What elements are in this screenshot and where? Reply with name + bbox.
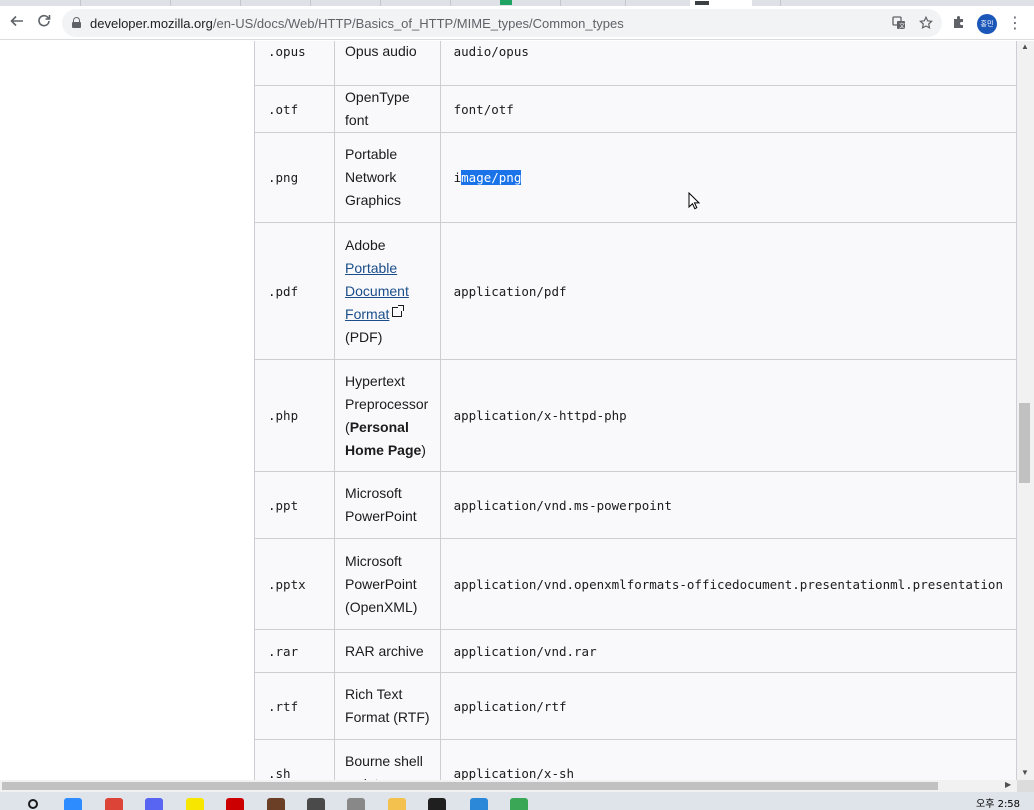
vertical-scrollbar[interactable]: ▲ ▼ [1017, 41, 1034, 780]
kind-text: Adobe [345, 236, 386, 253]
scroll-up-arrow-icon[interactable]: ▲ [1021, 42, 1029, 51]
mime-types-table: .opus Opus audio audio/opus .otf OpenTyp… [253, 41, 1017, 780]
kind-cell: RAR archive [334, 629, 441, 673]
table-row: .php Hypertext Preprocessor (Personal Ho… [253, 359, 1017, 472]
extension-cell: .rar [253, 629, 336, 673]
kind-cell: Adobe Portable Document Format (PDF) [334, 222, 441, 360]
mime-cell: application/rtf [439, 672, 1017, 740]
table-row: .sh Bourne shell script application/x-sh [253, 739, 1017, 780]
mime-unselected-text: i [453, 170, 462, 185]
table-row: .pptx Microsoft PowerPoint (OpenXML) app… [253, 538, 1017, 630]
mdn-tab-icon [695, 1, 709, 5]
app-icon[interactable] [347, 798, 365, 810]
browser-toolbar: developer.mozilla.org/en-US/docs/Web/HTT… [0, 6, 1034, 40]
profile-avatar[interactable]: 홍민 [977, 14, 997, 34]
discord-icon[interactable] [145, 798, 163, 810]
kind-cell: Bourne shell script [334, 739, 441, 780]
kakaotalk-icon[interactable] [186, 798, 204, 810]
table-row: .pdf Adobe Portable Document Format (PDF) … [253, 222, 1017, 360]
search-icon[interactable] [28, 799, 38, 809]
page-content: .opus Opus audio audio/opus .otf OpenTyp… [0, 41, 1017, 780]
mime-cell: application/pdf [439, 222, 1017, 360]
extension-cell: .pptx [253, 538, 336, 630]
translate-icon[interactable]: 文 [890, 14, 908, 32]
table-row: .ppt Microsoft PowerPoint application/vn… [253, 471, 1017, 539]
chrome-icon[interactable] [105, 798, 123, 810]
back-button[interactable] [6, 12, 28, 34]
kind-bold-text: Personal Home Page [345, 418, 422, 458]
vertical-scroll-thumb[interactable] [1019, 403, 1030, 483]
table-row: .opus Opus audio audio/opus [253, 41, 1017, 86]
extension-cell: .php [253, 359, 336, 472]
mime-cell[interactable]: image/png [439, 132, 1017, 223]
url-host: developer.mozilla.org [90, 16, 213, 31]
reload-button[interactable] [33, 12, 55, 34]
lock-icon[interactable] [72, 17, 81, 28]
external-link-icon [392, 304, 405, 317]
kind-cell: Hypertext Preprocessor (Personal Home Pa… [334, 359, 441, 472]
app-icon[interactable] [267, 798, 285, 810]
kind-cell: Opus audio [334, 41, 441, 86]
mime-cell: application/vnd.openxmlformats-officedoc… [439, 538, 1017, 630]
scroll-right-arrow-icon[interactable]: ▶ [1005, 780, 1011, 789]
mime-cell: audio/opus [439, 41, 1017, 86]
star-icon[interactable] [917, 14, 935, 32]
mime-cell: application/vnd.ms-powerpoint [439, 471, 1017, 539]
mime-cell: application/x-sh [439, 739, 1017, 780]
sheets-tab-icon[interactable] [500, 0, 512, 5]
file-explorer-icon[interactable] [388, 798, 406, 810]
kind-cell: OpenType font [334, 85, 441, 133]
extension-cell: .opus [253, 41, 336, 86]
kind-text: (PDF) [345, 328, 383, 345]
reload-icon [37, 14, 51, 32]
table-row: .otf OpenType font font/otf [253, 85, 1017, 133]
kind-cell: Microsoft PowerPoint (OpenXML) [334, 538, 441, 630]
scrollbar-corner [1017, 780, 1034, 792]
extension-cell: .png [253, 132, 336, 223]
mime-cell: application/x-httpd-php [439, 359, 1017, 472]
edge-icon[interactable] [510, 798, 528, 810]
url-text[interactable]: developer.mozilla.org/en-US/docs/Web/HTT… [90, 16, 624, 31]
extension-cell: .ppt [253, 471, 336, 539]
os-taskbar: 오후 2:58 [0, 792, 1034, 810]
puzzle-icon[interactable] [950, 15, 968, 33]
svg-text:文: 文 [899, 22, 905, 30]
photos-icon[interactable] [470, 798, 488, 810]
extension-cell: .sh [253, 739, 336, 780]
horizontal-scroll-thumb[interactable] [2, 782, 938, 790]
arrow-back-icon [10, 14, 24, 32]
extension-cell: .rtf [253, 672, 336, 740]
extension-cell: .otf [253, 85, 336, 133]
table-row: .rar RAR archive application/vnd.rar [253, 629, 1017, 673]
acrobat-icon[interactable] [226, 798, 244, 810]
taskbar-clock[interactable]: 오후 2:58 [976, 795, 1020, 810]
table-row: .png Portable Network Graphics image/png [253, 132, 1017, 223]
extension-cell: .pdf [253, 222, 336, 360]
kind-cell: Portable Network Graphics [334, 132, 441, 223]
url-path: /en-US/docs/Web/HTTP/Basics_of_HTTP/MIME… [212, 16, 624, 31]
selected-text[interactable]: mage/png [461, 170, 522, 185]
address-bar[interactable]: developer.mozilla.org/en-US/docs/Web/HTT… [62, 9, 942, 37]
app-icon[interactable] [307, 798, 325, 810]
horizontal-scrollbar[interactable]: ▶ [0, 780, 1017, 792]
kind-cell: Microsoft PowerPoint [334, 471, 441, 539]
zoom-icon[interactable] [64, 798, 82, 810]
mime-cell: application/vnd.rar [439, 629, 1017, 673]
terminal-icon[interactable] [428, 798, 446, 810]
mime-cell: font/otf [439, 85, 1017, 133]
table-row: .rtf Rich Text Format (RTF) application/… [253, 672, 1017, 740]
kebab-menu-icon[interactable]: ⋮ [1007, 14, 1023, 34]
kind-cell: Rich Text Format (RTF) [334, 672, 441, 740]
kind-text: ) [421, 441, 426, 458]
scroll-down-arrow-icon[interactable]: ▼ [1021, 768, 1029, 777]
